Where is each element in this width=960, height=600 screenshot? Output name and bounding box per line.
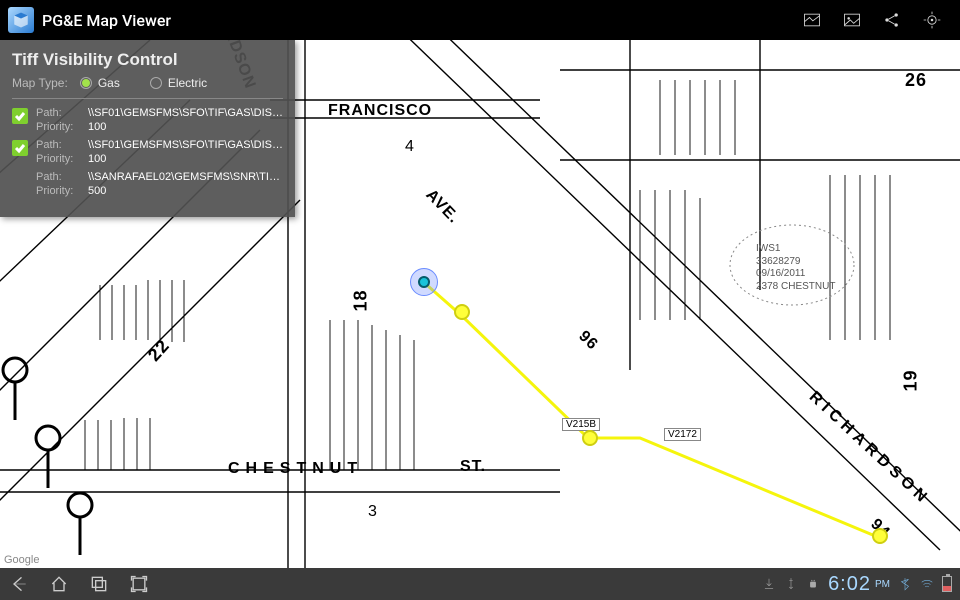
recent-apps-button[interactable] (88, 573, 110, 595)
android-icon (806, 577, 820, 591)
tiff-checkbox[interactable] (12, 140, 28, 156)
battery-icon (942, 576, 952, 592)
priority-value: 500 (88, 185, 283, 197)
panel-title: Tiff Visibility Control (12, 50, 283, 70)
layers-icon[interactable] (792, 0, 832, 40)
download-icon (762, 577, 776, 591)
lot-19: 19 (901, 369, 922, 391)
lot-3: 3 (368, 503, 378, 521)
maptype-label: Map Type: (12, 76, 68, 90)
app-icon (8, 7, 34, 33)
path-label: Path: (36, 171, 82, 183)
tiff-entry: Path: \\SF01\GEMSFMS\SFO\TIF\GAS\DISTRIB… (12, 107, 283, 133)
app-title: PG&E Map Viewer (42, 11, 171, 30)
radio-electric-label: Electric (168, 76, 207, 90)
screenshot-button[interactable] (128, 573, 150, 595)
back-button[interactable] (8, 573, 30, 595)
share-icon[interactable] (872, 0, 912, 40)
path-value: \\SF01\GEMSFMS\SFO\TIF\GAS\DISTRIBUT D14… (88, 139, 283, 151)
priority-value: 100 (88, 153, 283, 165)
gas-node-1 (454, 304, 470, 320)
picture-icon[interactable] (832, 0, 872, 40)
radio-gas[interactable] (80, 77, 92, 89)
bubble-line1: IWS1 (756, 243, 835, 256)
valve-v2172: V2172 (664, 428, 701, 441)
tiff-checkbox[interactable] (12, 108, 28, 124)
path-value: \\SANRAFAEL02\GEMSFMS\SNR\TIF\GAS\WALL\3 (88, 171, 283, 183)
priority-label: Priority: (36, 121, 82, 133)
tiff-checkbox-empty[interactable] (12, 172, 28, 188)
street-chestnut: CHESTNUT (228, 460, 363, 478)
clock-ampm: PM (875, 579, 890, 590)
priority-label: Priority: (36, 153, 82, 165)
radio-electric[interactable] (150, 77, 162, 89)
bubble-line3: 09/16/2011 (756, 268, 835, 281)
lot-4: 4 (405, 138, 415, 156)
system-navbar: 6:02 PM (0, 568, 960, 600)
status-area: 6:02 PM (762, 573, 952, 596)
bubble-line2: 33628279 (756, 256, 835, 269)
tiff-entry: Path: \\SF01\GEMSFMS\SFO\TIF\GAS\DISTRIB… (12, 139, 283, 165)
path-label: Path: (36, 139, 82, 151)
locate-icon[interactable] (912, 0, 952, 40)
path-label: Path: (36, 107, 82, 119)
gas-node-2 (582, 430, 598, 446)
wifi-icon (920, 577, 934, 591)
gas-node-3 (872, 528, 888, 544)
home-button[interactable] (48, 573, 70, 595)
tiff-visibility-panel: Tiff Visibility Control Map Type: Gas El… (0, 40, 295, 217)
usb-icon (784, 577, 798, 591)
street-francisco: FRANCISCO (328, 102, 432, 120)
priority-label: Priority: (36, 185, 82, 197)
lot-18: 18 (351, 289, 372, 311)
bluetooth-icon (898, 577, 912, 591)
map-attribution: Google (0, 552, 43, 568)
current-location-marker (410, 268, 438, 296)
maptype-row: Map Type: Gas Electric (12, 76, 283, 90)
app-topbar: PG&E Map Viewer (0, 0, 960, 40)
info-bubble: IWS1 33628279 09/16/2011 2378 CHESTNUT (756, 243, 835, 293)
street-st: ST. (460, 458, 486, 476)
radio-gas-label: Gas (98, 76, 120, 90)
bubble-line4: 2378 CHESTNUT (756, 281, 835, 294)
path-value: \\SF01\GEMSFMS\SFO\TIF\GAS\DISTRIBUT D13… (88, 107, 283, 119)
lot-26: 26 (905, 70, 927, 91)
tiff-entry: Path: \\SANRAFAEL02\GEMSFMS\SNR\TIF\GAS\… (12, 171, 283, 197)
valve-v215b: V215B (562, 418, 600, 431)
priority-value: 100 (88, 121, 283, 133)
clock-time: 6:02 (828, 573, 871, 596)
